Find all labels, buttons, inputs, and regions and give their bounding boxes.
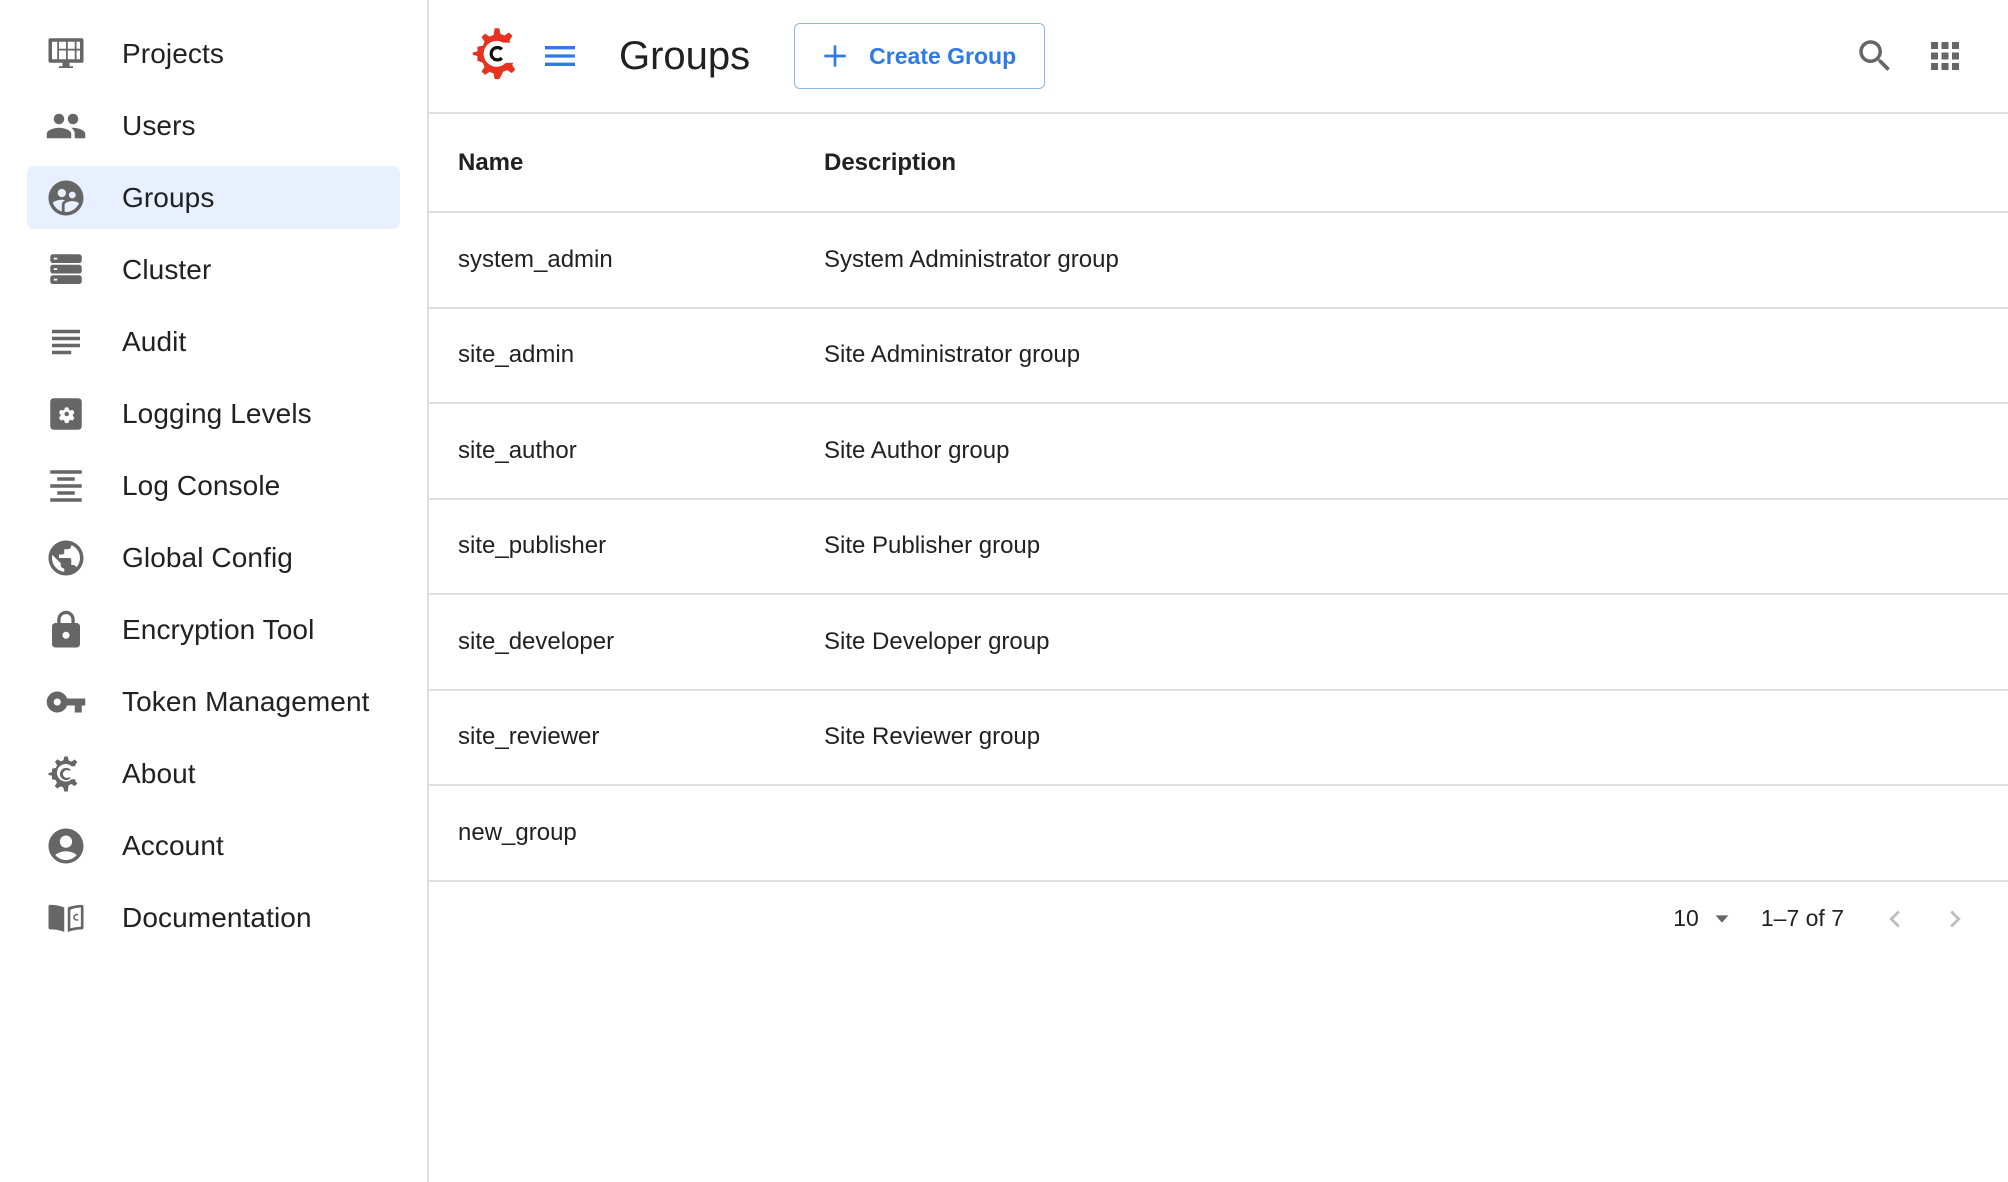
sidebar-item-label: Logging Levels [122,397,312,429]
sidebar: Projects Users Groups Cluster Audit Logg… [0,0,429,1182]
rows-per-page-select[interactable]: 10 [1673,905,1733,932]
header-actions [1852,0,1968,112]
log-console-icon [45,465,87,507]
apps-grid-icon [1931,42,1959,70]
sidebar-item-about[interactable]: About [27,742,400,805]
sidebar-item-documentation[interactable]: Documentation [27,886,400,949]
hamburger-menu-icon [545,46,575,66]
users-icon [45,105,87,147]
sidebar-item-label: Documentation [122,901,312,933]
table-row[interactable]: site_developer Site Developer group [429,594,2008,691]
table-row[interactable]: site_author Site Author group [429,403,2008,500]
sidebar-item-projects[interactable]: Projects [27,22,400,85]
group-description-cell: Site Author group [824,403,2008,500]
group-name-cell: site_reviewer [429,689,824,786]
previous-page-button[interactable] [1872,896,1918,942]
search-button[interactable] [1852,33,1898,79]
apps-button[interactable] [1922,33,1968,79]
column-header-name[interactable]: Name [429,114,824,213]
sidebar-item-label: Users [122,109,196,141]
page-title: Groups [619,33,751,78]
book-icon [45,897,87,939]
app-root: Projects Users Groups Cluster Audit Logg… [0,0,2008,1182]
chevron-left-icon [1889,910,1900,927]
sidebar-item-audit[interactable]: Audit [27,310,400,373]
lock-icon [45,609,87,651]
group-description-cell: Site Developer group [824,594,2008,691]
table-row[interactable]: system_admin System Administrator group [429,212,2008,309]
sidebar-item-groups[interactable]: Groups [27,166,400,229]
top-bar: Groups Create Group [429,0,2008,114]
group-name-cell: site_author [429,403,824,500]
table-pagination: 10 1–7 of 7 [429,882,2008,956]
main-content: Groups Create Group Name Description sys… [429,0,2008,1182]
sidebar-item-encryption-tool[interactable]: Encryption Tool [27,598,400,661]
logging-levels-icon [45,393,87,435]
group-description-cell: Site Administrator group [824,307,2008,404]
table-row[interactable]: new_group [429,785,2008,882]
group-description-cell: Site Publisher group [824,498,2008,595]
sidebar-item-label: Projects [122,37,224,69]
sidebar-item-users[interactable]: Users [27,94,400,157]
sidebar-item-label: Groups [122,181,215,213]
cluster-icon [45,249,87,291]
search-icon [1859,40,1890,71]
sidebar-item-label: About [122,757,196,789]
sidebar-item-global-config[interactable]: Global Config [27,526,400,589]
group-name-cell: new_group [429,785,824,882]
sidebar-item-token-management[interactable]: Token Management [27,670,400,733]
sidebar-item-label: Log Console [122,469,281,501]
create-group-button[interactable]: Create Group [794,23,1046,89]
sidebar-item-cluster[interactable]: Cluster [27,238,400,301]
create-group-label: Create Group [869,42,1017,69]
sidebar-item-label: Global Config [122,541,293,573]
sidebar-item-logging-levels[interactable]: Logging Levels [27,382,400,445]
dropdown-arrow-icon [1715,914,1729,923]
group-name-cell: site_publisher [429,498,824,595]
groups-icon [45,177,87,219]
group-description-cell: System Administrator group [824,212,2008,309]
hamburger-menu-button[interactable] [539,35,581,77]
sidebar-item-label: Audit [122,325,187,357]
crafter-logo-icon[interactable] [469,26,525,86]
chevron-right-icon [1950,910,1961,927]
next-page-button[interactable] [1932,896,1978,942]
globe-icon [45,537,87,579]
projects-icon [45,33,87,75]
sidebar-item-label: Cluster [122,253,212,285]
table-row[interactable]: site_publisher Site Publisher group [429,498,2008,595]
group-name-cell: site_developer [429,594,824,691]
key-icon [45,681,87,723]
sidebar-item-label: Token Management [122,685,370,717]
column-header-description[interactable]: Description [824,114,2008,213]
crafter-gear-icon [45,753,87,795]
table-row[interactable]: site_reviewer Site Reviewer group [429,689,2008,786]
rows-per-page-value: 10 [1673,905,1699,931]
group-description-cell [824,785,2008,882]
plus-icon [824,45,846,67]
group-name-cell: system_admin [429,212,824,309]
sidebar-item-log-console[interactable]: Log Console [27,454,400,517]
sidebar-item-label: Account [122,829,224,861]
sidebar-item-label: Encryption Tool [122,613,315,645]
group-name-cell: site_admin [429,307,824,404]
table-header-row: Name Description [429,114,2008,213]
account-circle-icon [45,825,87,867]
group-description-cell: Site Reviewer group [824,689,2008,786]
audit-icon [45,321,87,363]
groups-table: Name Description system_admin System Adm… [429,114,2008,882]
sidebar-item-account[interactable]: Account [27,814,400,877]
pagination-range-label: 1–7 of 7 [1760,905,1844,931]
table-row[interactable]: site_admin Site Administrator group [429,307,2008,404]
